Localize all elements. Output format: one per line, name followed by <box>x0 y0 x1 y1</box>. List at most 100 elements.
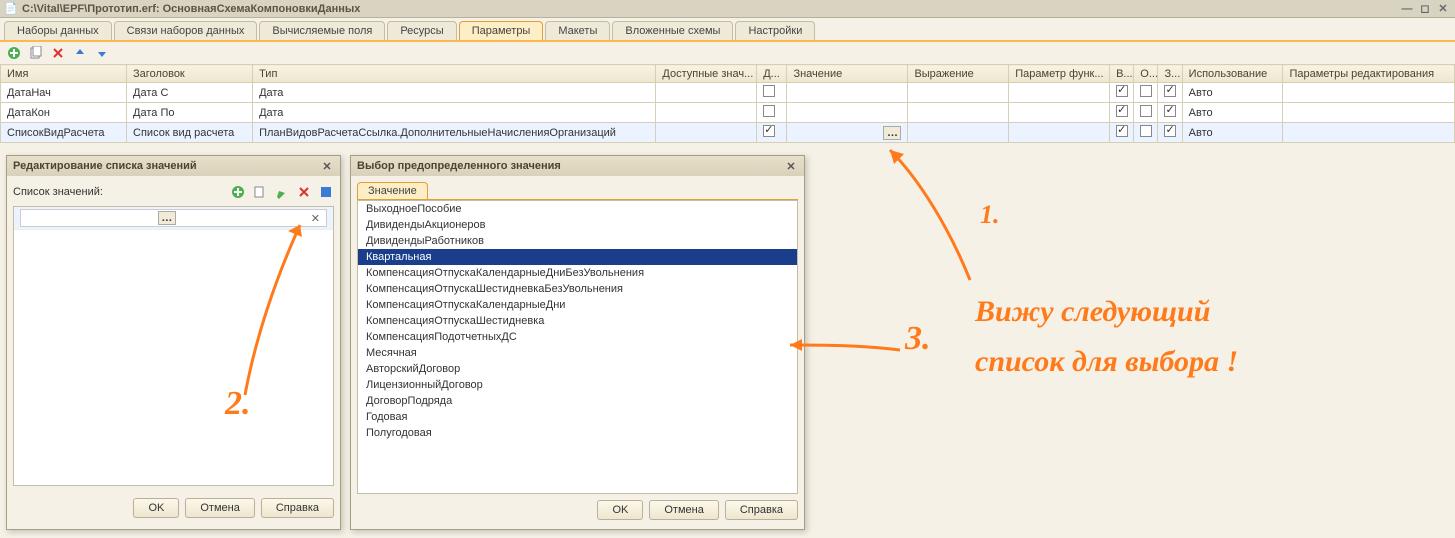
dlg2-list-item[interactable]: КомпенсацияОтпускаКалендарныеДни <box>358 297 797 313</box>
dialog1-close-icon[interactable]: ✕ <box>320 159 334 173</box>
cell-name[interactable]: ДатаНач <box>1 83 127 103</box>
dlg2-help-button[interactable]: Справка <box>725 500 798 520</box>
col-avail[interactable]: Доступные знач... <box>656 65 757 83</box>
cell-header[interactable]: Дата С <box>127 83 253 103</box>
table-row[interactable]: ДатаКонДата ПоДата Авто <box>1 103 1455 123</box>
delete-icon[interactable] <box>50 45 66 61</box>
dlg1-save-icon[interactable] <box>318 184 334 200</box>
cell-o[interactable] <box>1134 103 1158 123</box>
dlg2-list-item[interactable]: КомпенсацияПодотчетныхДС <box>358 329 797 345</box>
checkbox-d[interactable] <box>763 85 775 97</box>
cell-pfunc[interactable] <box>1009 103 1110 123</box>
close-button[interactable]: ✕ <box>1435 2 1451 16</box>
dlg1-input-row[interactable]: … ✕ <box>14 207 333 230</box>
dlg1-add-icon[interactable] <box>230 184 246 200</box>
cell-z[interactable] <box>1158 83 1182 103</box>
cell-v[interactable] <box>1110 103 1134 123</box>
minimize-button[interactable]: — <box>1399 2 1415 16</box>
cell-expr[interactable] <box>908 123 1009 143</box>
dlg2-list-item[interactable]: АвторскийДоговор <box>358 361 797 377</box>
cell-expr[interactable] <box>908 103 1009 123</box>
add-icon[interactable] <box>6 45 22 61</box>
dlg2-list-item[interactable]: КомпенсацияОтпускаКалендарныеДниБезУволь… <box>358 265 797 281</box>
dlg2-list[interactable]: ВыходноеПособиеДивидендыАкционеровДивиде… <box>357 200 798 494</box>
tab-params[interactable]: Параметры <box>459 21 544 40</box>
tab-datasets[interactable]: Наборы данных <box>4 21 112 40</box>
value-ellipsis-button[interactable]: … <box>883 126 901 140</box>
cell-name[interactable]: ДатаКон <box>1 103 127 123</box>
cell-d[interactable] <box>757 123 787 143</box>
cell-type[interactable]: Дата <box>253 83 656 103</box>
tab-nested[interactable]: Вложенные схемы <box>612 21 733 40</box>
dlg1-listbox[interactable]: … ✕ <box>13 206 334 486</box>
cell-value[interactable] <box>787 83 908 103</box>
dlg1-clear-icon[interactable]: ✕ <box>309 212 322 225</box>
tab-calc[interactable]: Вычисляемые поля <box>259 21 385 40</box>
col-type[interactable]: Тип <box>253 65 656 83</box>
checkbox-d[interactable] <box>763 105 775 117</box>
dlg1-copy-icon[interactable] <box>252 184 268 200</box>
maximize-button[interactable]: ◻ <box>1417 2 1433 16</box>
dlg1-ok-button[interactable]: OK <box>133 498 179 518</box>
checkbox-z[interactable] <box>1164 85 1176 97</box>
cell-header[interactable]: Дата По <box>127 103 253 123</box>
dlg2-list-item[interactable]: КомпенсацияОтпускаШестидневка <box>358 313 797 329</box>
checkbox-o[interactable] <box>1140 105 1152 117</box>
cell-use[interactable]: Авто <box>1182 83 1283 103</box>
dlg1-value-input[interactable]: … ✕ <box>20 209 327 227</box>
cell-use[interactable]: Авто <box>1182 103 1283 123</box>
dialog2-close-icon[interactable]: ✕ <box>784 159 798 173</box>
col-o[interactable]: О... <box>1134 65 1158 83</box>
dlg2-list-item[interactable]: ЛицензионныйДоговор <box>358 377 797 393</box>
dlg1-edit-icon[interactable] <box>274 184 290 200</box>
col-expr[interactable]: Выражение <box>908 65 1009 83</box>
move-down-icon[interactable] <box>94 45 110 61</box>
col-header[interactable]: Заголовок <box>127 65 253 83</box>
checkbox-v[interactable] <box>1116 85 1128 97</box>
cell-expr[interactable] <box>908 83 1009 103</box>
dlg2-ok-button[interactable]: OK <box>597 500 643 520</box>
checkbox-o[interactable] <box>1140 85 1152 97</box>
cell-edit[interactable] <box>1283 123 1455 143</box>
dlg2-list-item[interactable]: Годовая <box>358 409 797 425</box>
cell-edit[interactable] <box>1283 83 1455 103</box>
dlg2-list-item[interactable]: ВыходноеПособие <box>358 201 797 217</box>
cell-o[interactable] <box>1134 123 1158 143</box>
cell-avail[interactable] <box>656 123 757 143</box>
col-z[interactable]: З... <box>1158 65 1182 83</box>
dlg2-list-item[interactable]: КомпенсацияОтпускаШестидневкаБезУвольнен… <box>358 281 797 297</box>
dlg2-list-item[interactable]: Месячная <box>358 345 797 361</box>
cell-value[interactable] <box>787 103 908 123</box>
table-row[interactable]: ДатаНачДата СДата Авто <box>1 83 1455 103</box>
copy-icon[interactable] <box>28 45 44 61</box>
tab-layouts[interactable]: Макеты <box>545 21 610 40</box>
tab-resources[interactable]: Ресурсы <box>387 21 456 40</box>
col-edit[interactable]: Параметры редактирования <box>1283 65 1455 83</box>
move-up-icon[interactable] <box>72 45 88 61</box>
checkbox-z[interactable] <box>1164 125 1176 137</box>
cell-v[interactable] <box>1110 83 1134 103</box>
cell-value[interactable]: … <box>787 123 908 143</box>
col-v[interactable]: В... <box>1110 65 1134 83</box>
dlg1-ellipsis-button[interactable]: … <box>158 211 176 225</box>
dlg1-delete-icon[interactable] <box>296 184 312 200</box>
col-use[interactable]: Использование <box>1182 65 1283 83</box>
tab-settings[interactable]: Настройки <box>735 21 815 40</box>
cell-z[interactable] <box>1158 103 1182 123</box>
dlg2-list-item[interactable]: ДоговорПодряда <box>358 393 797 409</box>
col-pfunc[interactable]: Параметр функ... <box>1009 65 1110 83</box>
cell-o[interactable] <box>1134 83 1158 103</box>
cell-type[interactable]: Дата <box>253 103 656 123</box>
cell-v[interactable] <box>1110 123 1134 143</box>
dlg1-help-button[interactable]: Справка <box>261 498 334 518</box>
cell-use[interactable]: Авто <box>1182 123 1283 143</box>
cell-pfunc[interactable] <box>1009 123 1110 143</box>
cell-d[interactable] <box>757 83 787 103</box>
dlg2-list-item[interactable]: Полугодовая <box>358 425 797 441</box>
cell-z[interactable] <box>1158 123 1182 143</box>
cell-avail[interactable] <box>656 103 757 123</box>
cell-type[interactable]: ПланВидовРасчетаСсылка.ДополнительныеНач… <box>253 123 656 143</box>
checkbox-v[interactable] <box>1116 125 1128 137</box>
checkbox-v[interactable] <box>1116 105 1128 117</box>
table-row[interactable]: СписокВидРасчетаСписок вид расчетаПланВи… <box>1 123 1455 143</box>
